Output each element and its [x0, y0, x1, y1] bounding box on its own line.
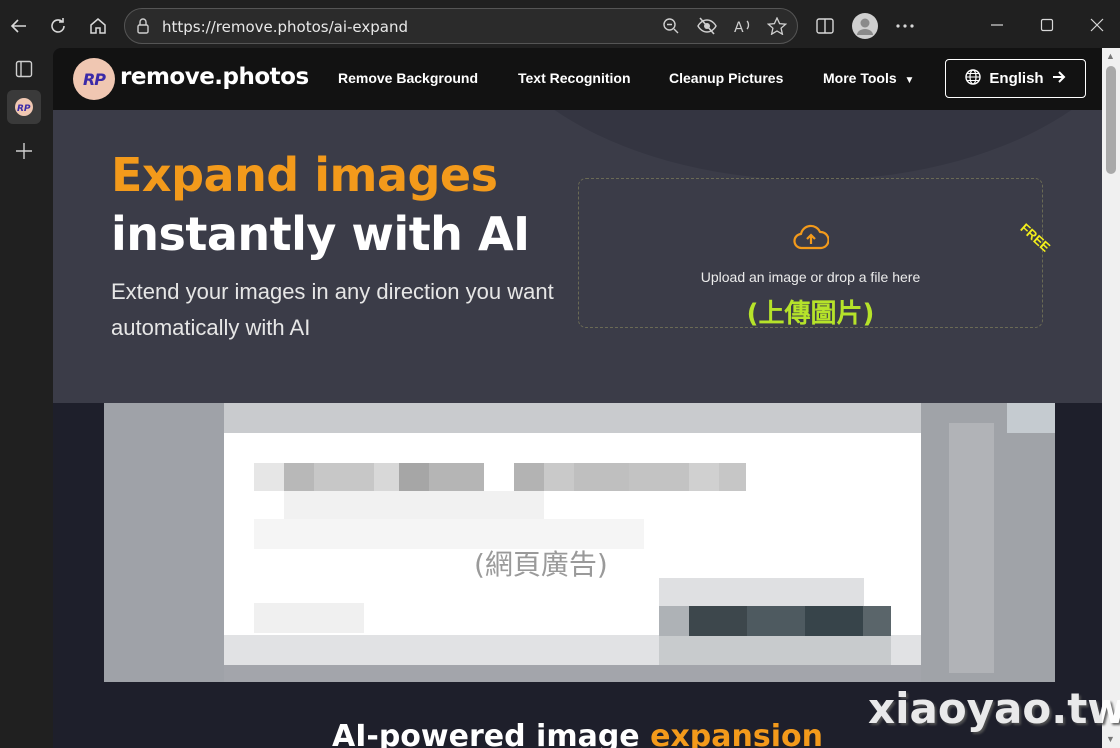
- hero-section: Expand images instantly with AI Extend y…: [53, 110, 1102, 403]
- nav-more-tools-label: More Tools: [823, 70, 897, 86]
- hero-subtitle: Extend your images in any direction you …: [111, 279, 554, 340]
- nav-text-recognition[interactable]: Text Recognition: [518, 70, 631, 86]
- profile-avatar-icon[interactable]: [852, 13, 878, 39]
- ad-pixel-block: [805, 606, 863, 636]
- language-button[interactable]: English: [945, 59, 1086, 98]
- site-navbar: RP remove.photos Remove Background Text …: [53, 48, 1102, 110]
- page-scrollbar[interactable]: ▲ ▼: [1102, 48, 1120, 748]
- ad-pixel-block: [284, 463, 314, 491]
- ad-pixel-block: [747, 606, 805, 636]
- split-screen-icon[interactable]: [812, 13, 838, 39]
- browser-toolbar: https://remove.photos/ai-expand A: [0, 0, 1120, 52]
- globe-icon: [965, 68, 982, 89]
- hero-title-accent: Expand images: [111, 148, 498, 202]
- cloud-upload-icon: [793, 223, 830, 256]
- ad-pixel-block: [629, 463, 689, 491]
- ad-pixel-block: [659, 606, 689, 636]
- site-logo[interactable]: RP: [73, 58, 115, 100]
- close-icon[interactable]: [1090, 18, 1104, 37]
- ad-pixel-block: [254, 603, 364, 633]
- url-text[interactable]: https://remove.photos/ai-expand: [162, 18, 408, 36]
- section-heading-start: AI-powered image: [332, 719, 651, 748]
- svg-text:RP: RP: [17, 104, 31, 114]
- arrow-right-icon: [1052, 70, 1066, 88]
- lock-icon[interactable]: [135, 17, 151, 40]
- ad-pixel-block: [659, 636, 891, 665]
- ad-pixel-block: [399, 463, 429, 491]
- language-label: English: [989, 70, 1044, 87]
- ad-pixel-block: [863, 606, 891, 636]
- maximize-icon[interactable]: [1040, 18, 1054, 37]
- ad-pixel-block: [659, 578, 864, 606]
- ad-pixel-block: [429, 463, 484, 491]
- back-icon[interactable]: [6, 13, 32, 39]
- tracking-prevention-icon[interactable]: [697, 17, 717, 40]
- ad-annotation-label: (網頁廣告): [474, 548, 608, 581]
- minimize-icon[interactable]: [990, 18, 1004, 37]
- read-aloud-icon[interactable]: A: [733, 17, 753, 40]
- logo-badge-text: RP: [82, 69, 106, 89]
- scroll-up-arrow-icon[interactable]: ▲: [1106, 51, 1115, 61]
- zoom-out-icon[interactable]: [662, 17, 680, 40]
- ad-pixel-block: [689, 606, 747, 636]
- refresh-icon[interactable]: [45, 13, 71, 39]
- nav-cleanup-pictures[interactable]: Cleanup Pictures: [669, 70, 783, 86]
- watermark: xiaoyao.tw: [868, 684, 1120, 733]
- more-options-icon[interactable]: [892, 13, 918, 39]
- ad-pixel-block: [374, 463, 399, 491]
- ad-pixel-block: [689, 463, 719, 491]
- ad-pixel-block: [544, 463, 574, 491]
- home-icon[interactable]: [85, 13, 111, 39]
- new-tab-icon[interactable]: [7, 134, 41, 168]
- caret-down-icon: ▼: [904, 75, 915, 86]
- page-viewport: RP remove.photos Remove Background Text …: [53, 48, 1102, 748]
- svg-text:A: A: [734, 20, 744, 35]
- ad-pixel-block: [224, 403, 921, 433]
- advertisement[interactable]: (網頁廣告): [104, 403, 1055, 682]
- tab-actions-icon[interactable]: [7, 52, 41, 86]
- ad-pixel-block: [949, 423, 994, 673]
- site-logo-text[interactable]: remove.photos: [120, 64, 309, 90]
- hero-background-shape: [473, 110, 1102, 180]
- ad-pixel-block: [284, 491, 544, 519]
- vertical-tabs-sidebar: RP: [0, 52, 52, 748]
- ad-pixel-block: [719, 463, 746, 491]
- ad-pixel-block: [1007, 403, 1055, 433]
- section-heading-accent: expansion: [650, 719, 823, 748]
- ad-pixel-block: [574, 463, 629, 491]
- nav-remove-background[interactable]: Remove Background: [338, 70, 478, 86]
- upload-dropzone[interactable]: Upload an image or drop a file here (上傳圖…: [578, 178, 1043, 329]
- nav-more-tools[interactable]: More Tools ▼: [823, 70, 914, 86]
- scroll-down-arrow-icon[interactable]: ▼: [1106, 734, 1115, 744]
- ad-pixel-block: [254, 463, 284, 491]
- hero-title: instantly with AI: [111, 207, 530, 261]
- ad-pixel-block: [104, 403, 224, 682]
- favorite-star-icon[interactable]: [766, 16, 788, 40]
- scroll-thumb[interactable]: [1106, 66, 1116, 174]
- address-bar[interactable]: https://remove.photos/ai-expand A: [124, 8, 798, 44]
- active-tab-favicon-icon[interactable]: RP: [7, 90, 41, 124]
- ad-pixel-block: [514, 463, 544, 491]
- ad-pixel-block: [314, 463, 374, 491]
- upload-instructions: Upload an image or drop a file here: [700, 269, 921, 285]
- upload-annotation: (上傳圖片): [746, 299, 875, 329]
